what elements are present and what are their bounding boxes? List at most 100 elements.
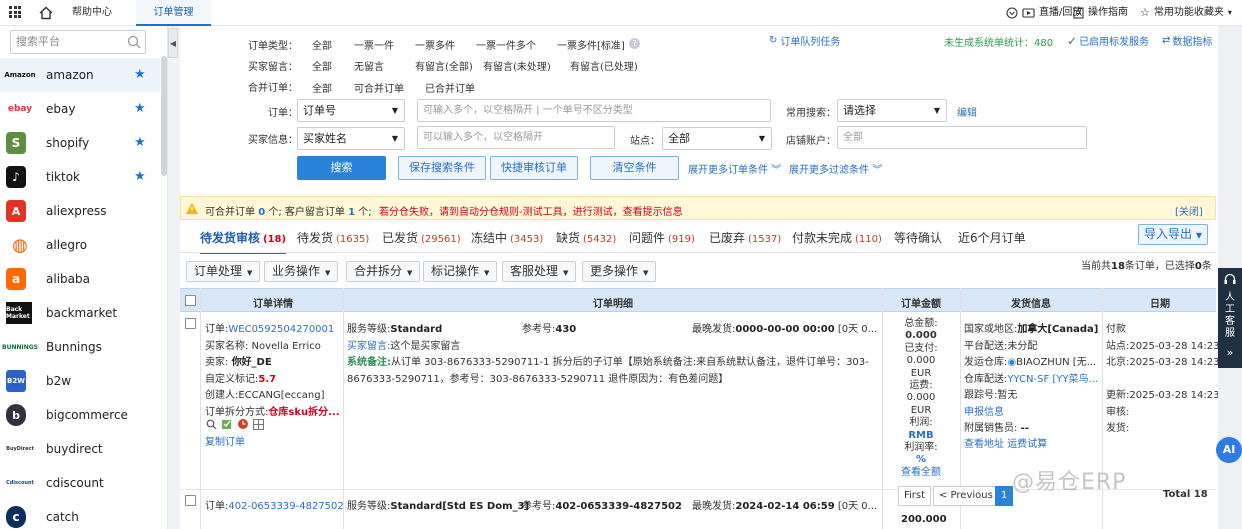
order-number-link[interactable]: 402-0653339-4827502 bbox=[228, 501, 343, 512]
star-icon[interactable]: ★ bbox=[134, 101, 146, 116]
data-metrics-link[interactable]: ⇄ 数据指标 bbox=[1162, 33, 1212, 48]
sidebar-item-bunnings[interactable]: BUNNINGS Bunnings bbox=[0, 330, 160, 364]
order-number-input[interactable]: 可输入多个，以空格隔开 | 一个单号不区分类型 bbox=[417, 99, 771, 122]
buyer-info-type-select[interactable]: 买家姓名 ▼ bbox=[297, 127, 405, 150]
buyer-msg-none[interactable]: 无留言 bbox=[354, 58, 384, 73]
sidebar-item-catch[interactable]: c catch bbox=[0, 500, 160, 529]
save-search-button[interactable]: 保存搜索条件 bbox=[398, 156, 486, 180]
action-dropdown-5[interactable]: 更多操作 ▼ bbox=[582, 261, 657, 282]
buyer-info-input[interactable]: 可以输入多个，以空格隔开 bbox=[417, 126, 615, 149]
status-tab-5[interactable]: 问题件 (919) bbox=[629, 229, 695, 246]
pagination-first[interactable]: First bbox=[898, 486, 932, 506]
import-export-button[interactable]: 导入导出 ▼ bbox=[1138, 224, 1208, 245]
message-order-count[interactable]: 1 bbox=[348, 207, 355, 218]
expand-order-conditions-link[interactable]: 展开更多订单条件 ︾ bbox=[688, 161, 781, 176]
status-tab-3[interactable]: 冻结中 (3453) bbox=[471, 229, 543, 246]
search-button[interactable]: 搜索 bbox=[297, 156, 386, 180]
order-number-link[interactable]: WEC0592504270001 bbox=[228, 324, 334, 335]
tab-order-management[interactable]: 订单管理 bbox=[136, 0, 211, 26]
order-type-multi-standard[interactable]: 一票多件[标准] bbox=[557, 37, 625, 52]
mergeable-count[interactable]: 0 bbox=[258, 207, 265, 218]
buyer-msg-unprocessed[interactable]: 有留言(未处理) bbox=[483, 58, 551, 73]
star-icon[interactable]: ★ bbox=[134, 67, 146, 82]
sidebar-item-cdiscount[interactable]: Cdiscount cdiscount bbox=[0, 466, 160, 500]
pagination-previous[interactable]: < Previous bbox=[933, 486, 999, 506]
operation-guide-link[interactable]: 操作指南 bbox=[1073, 0, 1128, 26]
copy-order-link[interactable]: 复制订单 bbox=[205, 433, 245, 448]
collapse-sidebar-button[interactable]: ◀ bbox=[168, 28, 178, 58]
declaration-info-link[interactable]: 申报信息 bbox=[964, 403, 1004, 418]
star-icon[interactable]: ★ bbox=[134, 135, 146, 150]
app-grid-icon[interactable] bbox=[9, 6, 21, 18]
grid-list-icon[interactable] bbox=[253, 418, 264, 430]
merge-mergeable[interactable]: 可合并订单 bbox=[354, 80, 404, 95]
site-select[interactable]: 全部 ▼ bbox=[662, 127, 772, 150]
shop-account-input[interactable]: 全部 bbox=[837, 126, 1087, 149]
expand-filter-conditions-link[interactable]: 展开更多过滤条件 ︾ bbox=[789, 161, 882, 176]
status-tab-0[interactable]: 待发货审核 (18) bbox=[200, 229, 287, 254]
sidebar-item-b2w[interactable]: B2W b2w bbox=[0, 364, 160, 398]
edit-common-search-link[interactable]: 编辑 bbox=[957, 104, 977, 119]
row-checkbox[interactable] bbox=[185, 318, 196, 329]
clear-conditions-button[interactable]: 清空条件 bbox=[590, 156, 679, 180]
clock-icon[interactable] bbox=[237, 418, 249, 430]
sidebar-item-amazon[interactable]: Amazon amazon ★ bbox=[0, 58, 160, 92]
live-support-button[interactable]: 人工客服 » bbox=[1218, 268, 1242, 368]
sidebar-item-bigcommerce[interactable]: b bigcommerce bbox=[0, 398, 160, 432]
sidebar-scrollbar[interactable] bbox=[161, 56, 167, 176]
buyer-msg-processed[interactable]: 有留言(已处理) bbox=[570, 58, 638, 73]
status-tab-2[interactable]: 已发货 (29561) bbox=[382, 229, 461, 246]
sidebar-item-allegro[interactable]: ◍ allegro bbox=[0, 228, 160, 262]
unsent-system-order-stat[interactable]: 未生成系统单统计：480 bbox=[944, 34, 1053, 49]
chevron-circle-down-icon[interactable] bbox=[1006, 0, 1018, 26]
enabled-service-link[interactable]: ✓ 已启用标发服务 bbox=[1067, 33, 1149, 49]
order-number-type-select[interactable]: 订单号 ▼ bbox=[297, 99, 405, 122]
help-question-icon[interactable]: ? bbox=[629, 38, 640, 49]
quick-review-button[interactable]: 快捷审核订单 bbox=[490, 156, 578, 180]
status-tab-8[interactable]: 等待确认 bbox=[894, 229, 942, 246]
favorites-menu[interactable]: ☆ 常用功能收藏夹 ▾ bbox=[1140, 0, 1232, 26]
merge-all[interactable]: 全部 bbox=[312, 80, 332, 95]
sidebar-item-alibaba[interactable]: a alibaba bbox=[0, 262, 160, 296]
select-all-checkbox[interactable] bbox=[185, 295, 196, 306]
common-search-select[interactable]: 请选择 ▼ bbox=[837, 99, 947, 122]
action-dropdown-3[interactable]: 标记操作 ▼ bbox=[423, 261, 498, 282]
order-type-single-multi[interactable]: 一票一件多个 bbox=[476, 37, 536, 52]
merge-merged[interactable]: 已合并订单 bbox=[425, 80, 475, 95]
order-type-multi[interactable]: 一票多件 bbox=[415, 37, 455, 52]
status-tab-6[interactable]: 已废弃 (1537) bbox=[709, 229, 781, 246]
sidebar-item-shopify[interactable]: Sshopify ★ bbox=[0, 126, 160, 160]
action-dropdown-4[interactable]: 客服处理 ▼ bbox=[502, 261, 577, 282]
sidebar-item-tiktok[interactable]: ♪ tiktok ★ bbox=[0, 160, 160, 194]
status-tab-7[interactable]: 付款未完成 (110) bbox=[792, 229, 882, 246]
status-tab-4[interactable]: 缺货 (5432) bbox=[556, 229, 616, 246]
status-tab-1[interactable]: 待发货 (1635) bbox=[297, 229, 369, 246]
order-type-single[interactable]: 一票一件 bbox=[354, 37, 394, 52]
tab-help-center[interactable]: 帮助中心 bbox=[62, 0, 122, 26]
warehouse-shipping-value[interactable]: YYCN-SF [YY菜鸟... bbox=[1007, 374, 1098, 385]
amount-line[interactable]: 查看全额 bbox=[882, 467, 960, 479]
order-queue-task-link[interactable]: ↻ 订单队列任务 bbox=[769, 33, 840, 48]
chevron-double-right-icon[interactable]: » bbox=[1218, 346, 1242, 359]
pagination-page-1[interactable]: 1 bbox=[995, 486, 1014, 506]
action-dropdown-2[interactable]: 合并拆分 ▼ bbox=[346, 261, 421, 282]
sidebar-item-backmarket[interactable]: Back Market backmarket bbox=[0, 296, 160, 330]
action-dropdown-1[interactable]: 业务操作 ▼ bbox=[264, 261, 339, 282]
view-address-link[interactable]: 查看地址 bbox=[964, 439, 1004, 450]
buyer-msg-all[interactable]: 全部 bbox=[312, 58, 332, 73]
platform-search-input[interactable]: 搜索平台 bbox=[10, 30, 146, 54]
ai-assistant-button[interactable]: AI bbox=[1216, 437, 1242, 463]
sidebar-item-aliexpress[interactable]: Aaliexpress bbox=[0, 194, 160, 228]
sidebar-item-buydirect[interactable]: BuyDirect buydirect bbox=[0, 432, 160, 466]
star-icon[interactable]: ★ bbox=[134, 169, 146, 184]
action-dropdown-0[interactable]: 订单处理 ▼ bbox=[186, 261, 261, 282]
edit-note-icon[interactable] bbox=[221, 418, 233, 430]
order-type-all[interactable]: 全部 bbox=[312, 37, 332, 52]
search-icon[interactable] bbox=[127, 35, 141, 49]
home-icon[interactable] bbox=[38, 5, 54, 21]
close-notice-link[interactable]: [关闭] bbox=[1175, 203, 1203, 218]
status-tab-9[interactable]: 近6个月订单 bbox=[958, 229, 1026, 246]
row-checkbox[interactable] bbox=[185, 495, 196, 506]
magnify-icon[interactable] bbox=[206, 419, 217, 430]
freight-estimate-link[interactable]: 运费试算 bbox=[1007, 439, 1047, 450]
